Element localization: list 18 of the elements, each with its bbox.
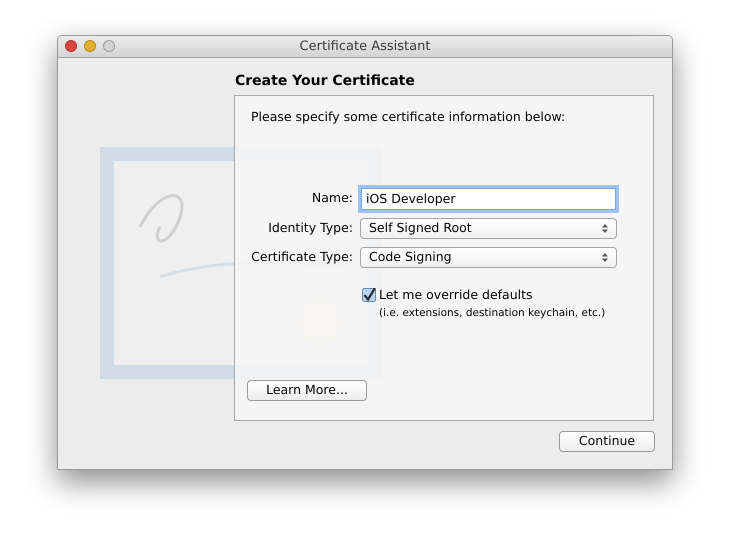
name-field[interactable]: iOS Developer — [361, 188, 616, 210]
field-label: Name: — [310, 189, 353, 208]
checkbox-label: Let me override defaults — [379, 286, 534, 304]
stepper-icon — [602, 252, 608, 262]
dropdown[interactable]: Self Signed Root — [360, 218, 617, 239]
minimize-icon[interactable] — [84, 40, 96, 52]
window-title: Certificate Assistant — [300, 38, 430, 56]
continue-button[interactable]: Continue — [559, 431, 655, 452]
field-label: Identity Type: — [267, 218, 353, 237]
field-label: Certificate Type: — [250, 248, 353, 266]
close-icon[interactable] — [65, 40, 77, 52]
checkbox-note: (i.e. extensions, destination keychain, etc.) — [379, 306, 606, 320]
page-heading: Create Your Certificate — [235, 72, 416, 91]
stepper-icon — [602, 224, 608, 233]
dropdown[interactable]: Code Signing — [360, 246, 617, 268]
override-checkbox[interactable] — [362, 288, 376, 302]
learn-more-button[interactable]: Learn More... — [247, 380, 367, 401]
instruction-text: Please specify some certificate information below: — [251, 108, 566, 126]
